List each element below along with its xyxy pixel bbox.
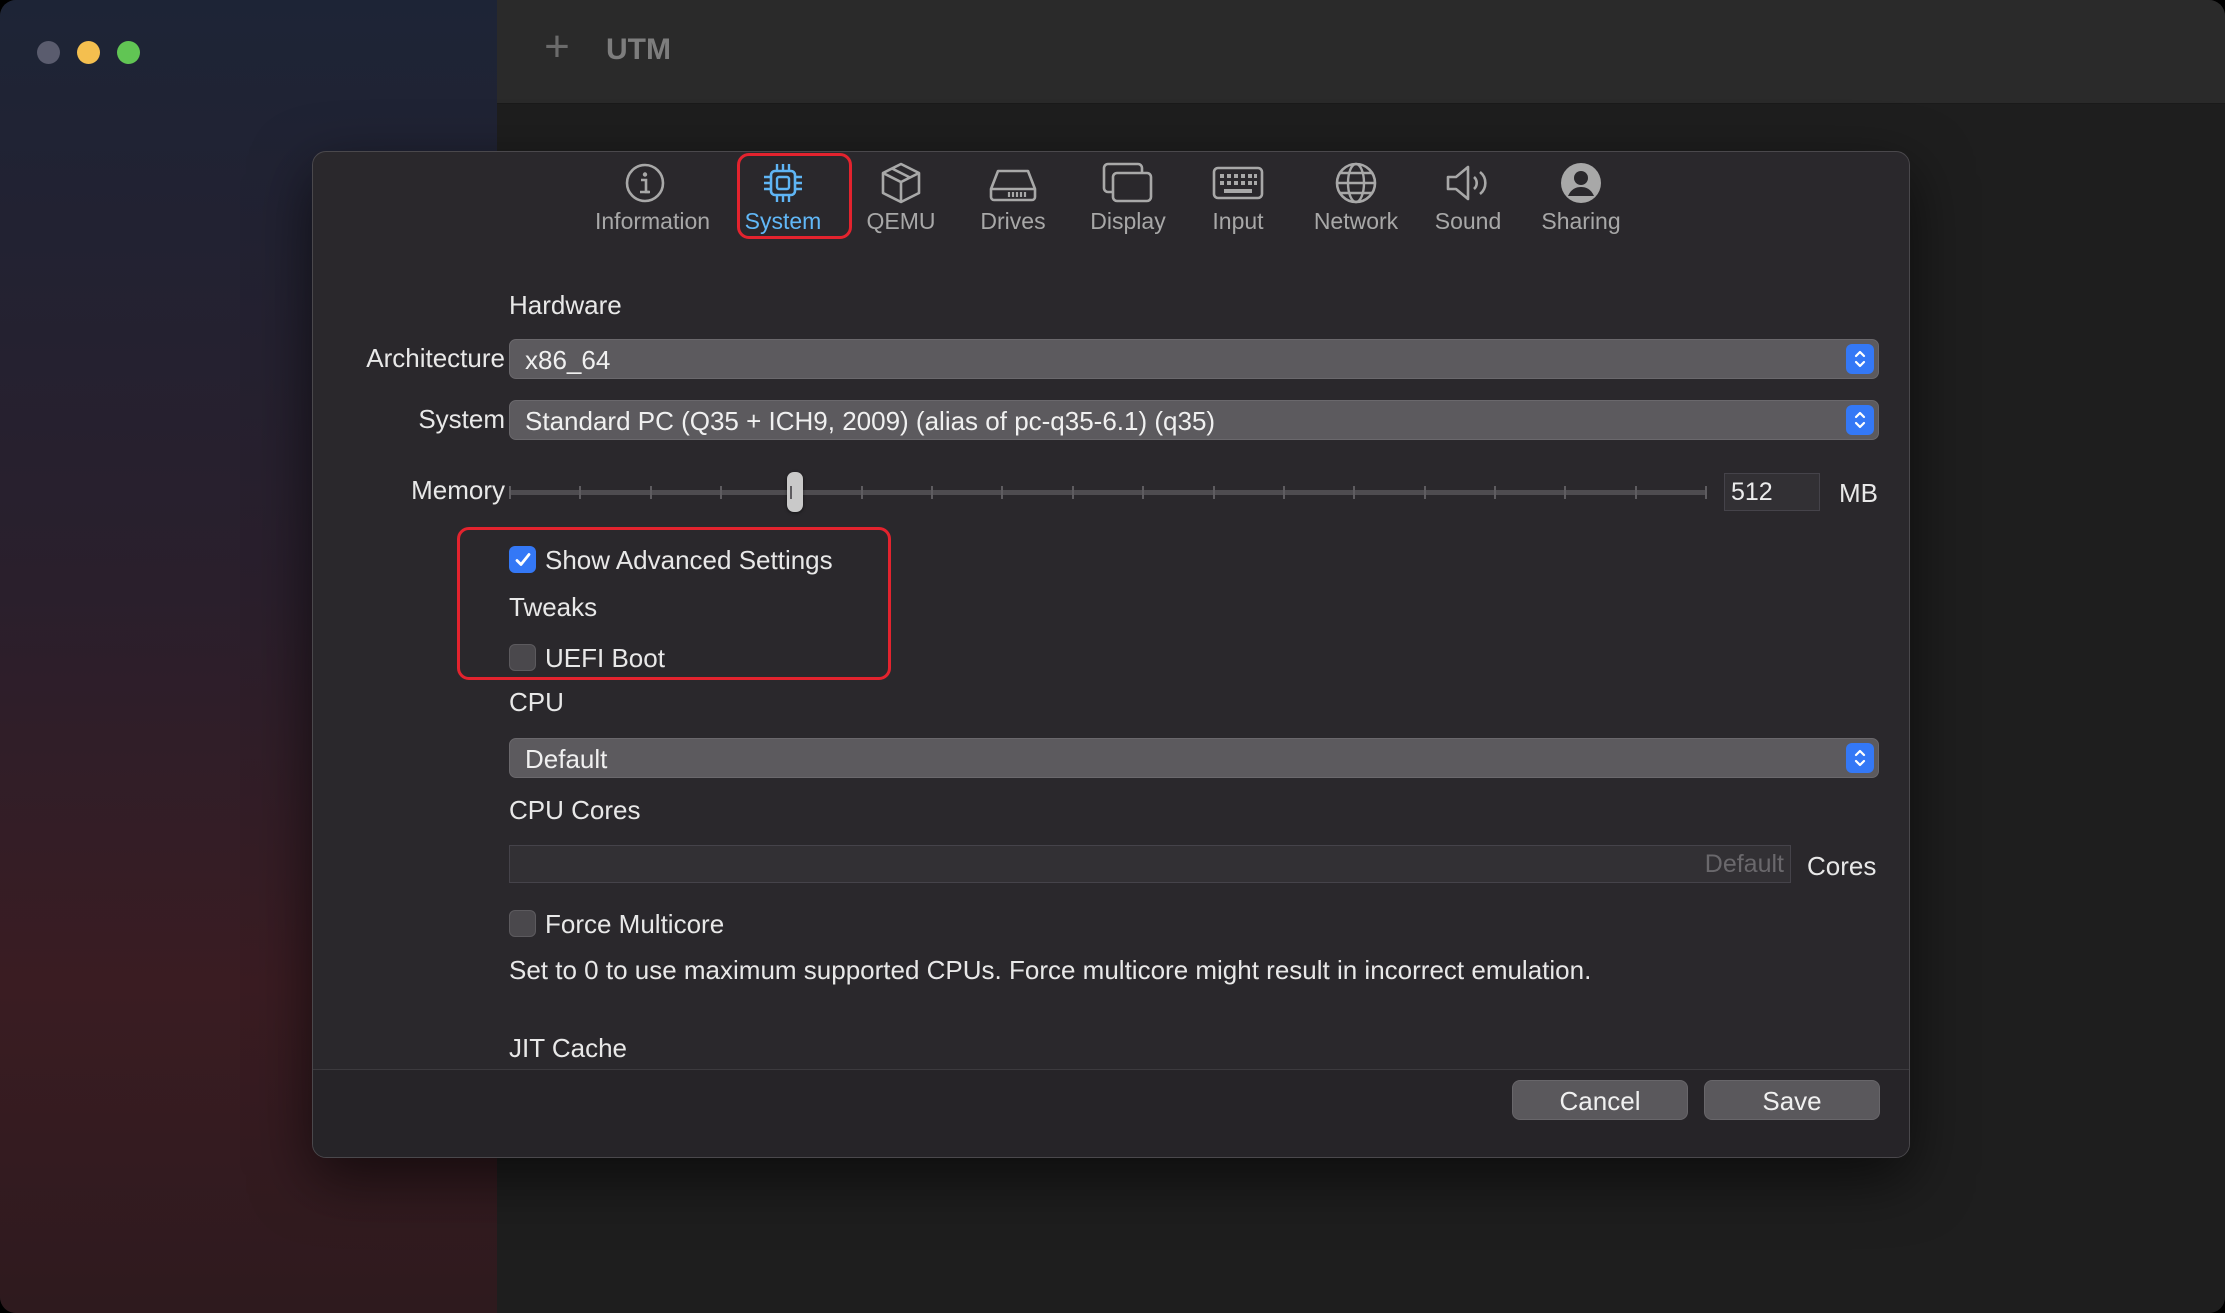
zoom-window-button[interactable]	[117, 41, 140, 64]
tab-qemu[interactable]: QEMU	[861, 160, 941, 235]
tab-drives[interactable]: Drives	[973, 160, 1053, 235]
system-value: Standard PC (Q35 + ICH9, 2009) (alias of…	[525, 406, 1216, 436]
settings-tab-bar: Information System QEMU Drives Display I…	[313, 152, 1909, 252]
cpu-hint-text: Set to 0 to use maximum supported CPUs. …	[509, 955, 1592, 985]
cancel-button[interactable]: Cancel	[1512, 1080, 1688, 1120]
memory-unit: MB	[1839, 478, 1878, 508]
hardware-section-label: Hardware	[509, 290, 622, 320]
speaker-icon	[1423, 160, 1513, 206]
sheet-footer: Cancel Save	[313, 1070, 1909, 1157]
window-title: UTM	[606, 33, 671, 66]
memory-slider-tick	[720, 486, 723, 499]
system-label: System	[418, 404, 505, 434]
save-button[interactable]: Save	[1704, 1080, 1880, 1120]
chevron-up-down-icon	[1846, 344, 1874, 374]
architecture-label: Architecture	[366, 343, 505, 373]
minimize-window-button[interactable]	[77, 41, 100, 64]
plus-icon[interactable]: +	[537, 25, 577, 69]
memory-input[interactable]: 512	[1724, 473, 1820, 511]
tab-network[interactable]: Network	[1306, 160, 1406, 235]
chevron-up-down-icon	[1846, 743, 1874, 773]
tab-label: Display	[1090, 208, 1166, 234]
tweaks-label: Tweaks	[509, 592, 598, 622]
cpu-select[interactable]: Default	[509, 738, 1879, 778]
tab-label: System	[744, 208, 822, 234]
info-icon	[595, 160, 695, 206]
memory-slider-tick	[1564, 486, 1567, 499]
tab-label: Information	[595, 208, 711, 234]
memory-slider-tick	[509, 486, 511, 499]
tab-system[interactable]: System	[738, 160, 828, 235]
memory-slider-tick	[790, 486, 793, 499]
tab-label: Network	[1313, 208, 1399, 234]
jit-cache-section-label: JIT Cache	[509, 1033, 628, 1063]
tab-sound[interactable]: Sound	[1423, 160, 1513, 235]
memory-slider-knob[interactable]	[787, 472, 803, 512]
memory-slider-tick	[1071, 486, 1074, 499]
memory-slider-tick	[579, 486, 582, 499]
cpu-cores-input[interactable]: Default	[509, 845, 1791, 883]
person-icon	[1535, 160, 1627, 206]
uefi-boot-label: UEFI Boot	[545, 643, 665, 673]
display-icon	[1083, 160, 1173, 206]
chevron-up-down-icon	[1846, 405, 1874, 435]
close-window-button[interactable]	[37, 41, 60, 64]
tab-label: QEMU	[866, 208, 936, 234]
tab-label: Sharing	[1541, 208, 1621, 234]
cpu-cores-label: CPU Cores	[509, 795, 641, 825]
memory-slider-tick	[649, 486, 652, 499]
memory-label: Memory	[411, 475, 505, 505]
cpu-cores-unit: Cores	[1807, 851, 1877, 881]
toolbar	[497, 0, 2225, 104]
show-advanced-settings-checkbox[interactable]	[509, 546, 536, 573]
cpu-value: Default	[525, 744, 608, 774]
tab-input[interactable]: Input	[1198, 160, 1278, 235]
cube-icon	[861, 160, 941, 206]
tab-sharing[interactable]: Sharing	[1535, 160, 1627, 235]
memory-slider-tick	[1353, 486, 1356, 499]
uefi-boot-checkbox[interactable]	[509, 644, 536, 671]
tab-label: Drives	[980, 208, 1046, 234]
memory-slider-tick	[1493, 486, 1496, 499]
tab-information[interactable]: Information	[595, 160, 711, 235]
memory-slider-tick	[1634, 486, 1637, 499]
memory-slider-track[interactable]	[509, 490, 1707, 495]
tab-label: Input	[1212, 208, 1264, 234]
tab-label: Sound	[1434, 208, 1502, 234]
vm-settings-sheet: Information System QEMU Drives Display I…	[312, 151, 1910, 1158]
memory-slider-tick	[1212, 486, 1215, 499]
keyboard-icon	[1198, 160, 1278, 206]
memory-slider-tick	[1282, 486, 1285, 499]
tab-display[interactable]: Display	[1083, 160, 1173, 235]
memory-slider-tick	[1705, 486, 1707, 499]
memory-slider-tick	[1423, 486, 1426, 499]
system-select[interactable]: Standard PC (Q35 + ICH9, 2009) (alias of…	[509, 400, 1879, 440]
memory-slider-tick	[1001, 486, 1004, 499]
drive-icon	[973, 160, 1053, 206]
memory-slider-tick	[860, 486, 863, 499]
force-multicore-label: Force Multicore	[545, 909, 725, 939]
globe-icon	[1306, 160, 1406, 206]
checkmark-icon	[515, 552, 530, 566]
architecture-value: x86_64	[525, 345, 611, 375]
force-multicore-checkbox[interactable]	[509, 910, 536, 937]
show-advanced-settings-label: Show Advanced Settings	[545, 545, 833, 575]
cpu-section-label: CPU	[509, 687, 564, 717]
chip-icon	[738, 160, 828, 206]
utm-window: + UTM Information System QEMU Drives Dis…	[0, 0, 2225, 1313]
memory-slider-tick	[931, 486, 934, 499]
architecture-select[interactable]: x86_64	[509, 339, 1879, 379]
memory-slider-tick	[1142, 486, 1145, 499]
